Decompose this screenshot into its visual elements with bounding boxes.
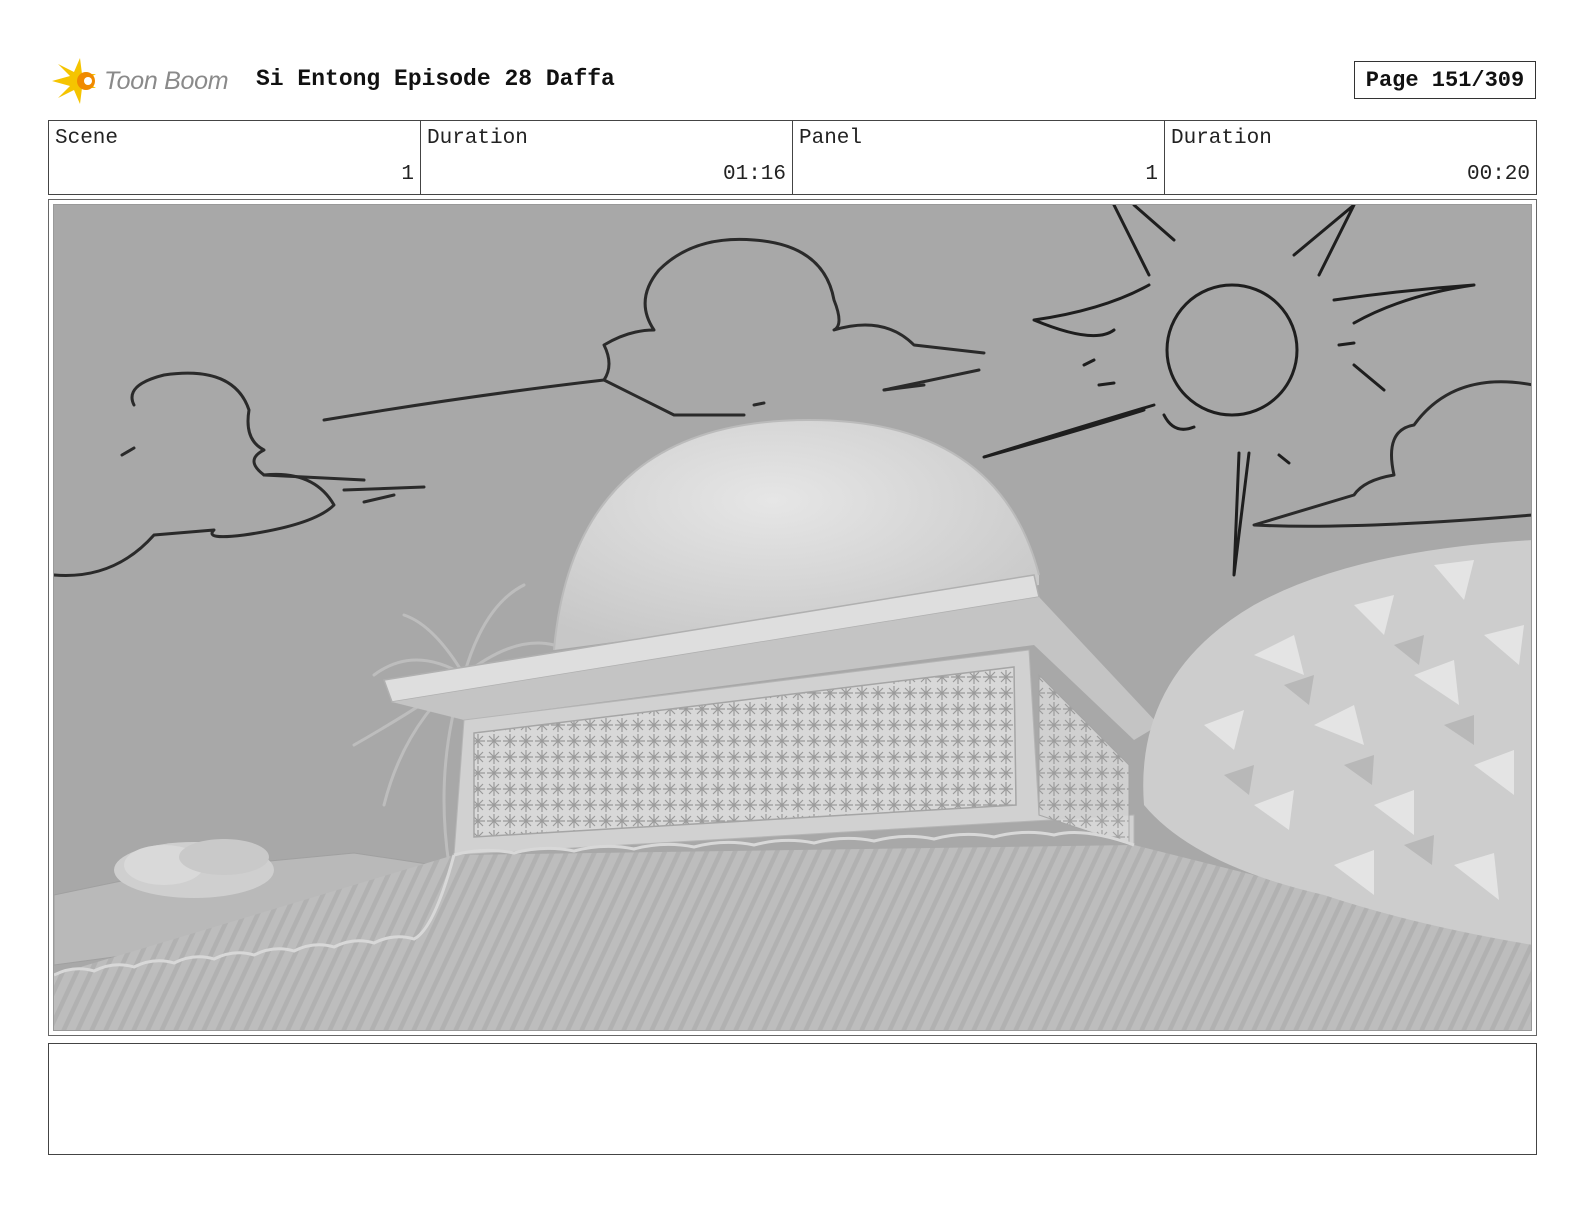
panel-notes: [48, 1043, 1537, 1155]
panel-label: Panel: [799, 127, 863, 150]
panel-duration-cell: Duration 00:20: [1164, 121, 1536, 194]
panel-duration-label: Duration: [1171, 127, 1272, 150]
scene-cell: Scene 1: [49, 121, 420, 194]
logo-text: Toon Boom: [104, 66, 229, 95]
panel-image: [53, 204, 1532, 1031]
scene-duration-label: Duration: [427, 127, 528, 150]
document-title: Si Entong Episode 28 Daffa: [256, 66, 615, 92]
panel-cell: Panel 1: [792, 121, 1164, 194]
storyboard-panel: [48, 199, 1537, 1036]
page-number: Page 151/309: [1354, 61, 1536, 99]
scene-duration-cell: Duration 01:16: [420, 121, 792, 194]
toon-boom-logo: Toon Boom: [50, 54, 229, 108]
starburst-logo-icon: [52, 58, 96, 104]
scene-duration-value: 01:16: [722, 163, 786, 186]
scene-value: 1: [401, 163, 414, 186]
scene-info-table: Scene 1 Duration 01:16 Panel 1 Duration …: [48, 120, 1537, 195]
panel-value: 1: [1145, 163, 1158, 186]
panel-duration-value: 00:20: [1466, 163, 1530, 186]
scene-label: Scene: [55, 127, 119, 150]
